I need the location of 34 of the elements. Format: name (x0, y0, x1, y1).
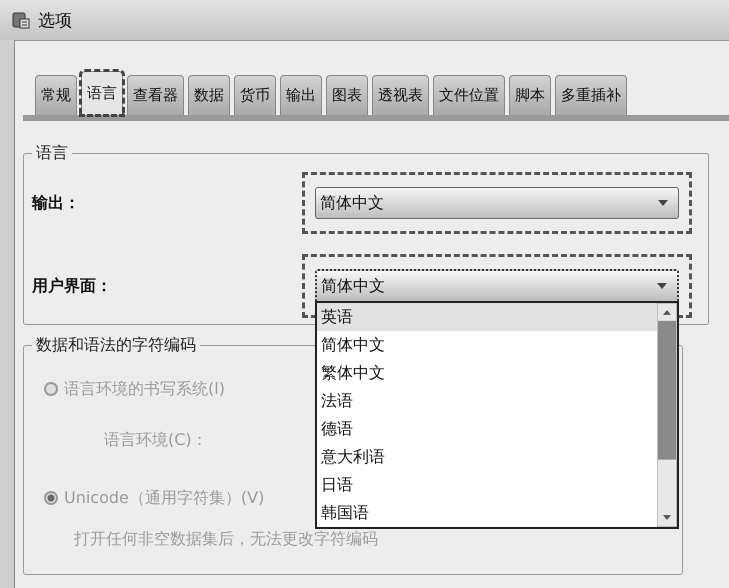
tab[interactable]: 文件位置 (433, 75, 505, 115)
group-title: 语言 (35, 143, 69, 164)
tab[interactable]: 查看器 (127, 75, 184, 115)
app-icon (12, 11, 30, 29)
field-label: 语言环境(C)： (104, 430, 208, 451)
tab[interactable]: 透视表 (372, 75, 429, 115)
window-title: 选项 (38, 10, 72, 32)
caret-icon (658, 200, 668, 206)
dropdown-option[interactable]: 日语 (317, 471, 657, 499)
dropdown-option[interactable]: 法语 (317, 387, 657, 415)
dropdown-option[interactable]: 英语 (317, 303, 657, 331)
tab[interactable]: 图表 (326, 75, 368, 115)
caret-icon (657, 283, 667, 289)
field-label: 用户界面： (32, 276, 113, 296)
tab[interactable]: 脚本 (509, 75, 551, 115)
dropdown-option[interactable]: 德语 (317, 415, 657, 443)
tab[interactable]: 数据 (188, 75, 230, 115)
interface-dropdown[interactable]: 简体中文 (315, 269, 679, 303)
tab[interactable]: 常规 (35, 75, 77, 115)
tab[interactable]: 多重插补 (555, 75, 627, 115)
group-title: 数据和语法的字符编码 (35, 335, 197, 356)
tab[interactable]: 货币 (234, 75, 276, 115)
output-dropdown[interactable]: 简体中文 (315, 187, 679, 219)
tab[interactable]: 输出 (280, 75, 322, 115)
radio-label: Unicode（通用字符集）(V) (64, 488, 264, 508)
dropdown-option[interactable]: 意大利语 (317, 443, 657, 471)
dropdown-option[interactable]: 韩国语 (317, 499, 657, 527)
note-text: 打开任何非空数据集后，无法更改字符编码 (74, 529, 378, 550)
dropdown-option[interactable]: 简体中文 (317, 331, 657, 359)
scrollbar[interactable] (657, 303, 677, 527)
dropdown-option[interactable]: 繁体中文 (317, 359, 657, 387)
tab[interactable]: 语言 (81, 71, 123, 115)
radio-label: 语言环境的书写系统(l) (64, 378, 225, 400)
field-label: 输出： (32, 192, 81, 214)
